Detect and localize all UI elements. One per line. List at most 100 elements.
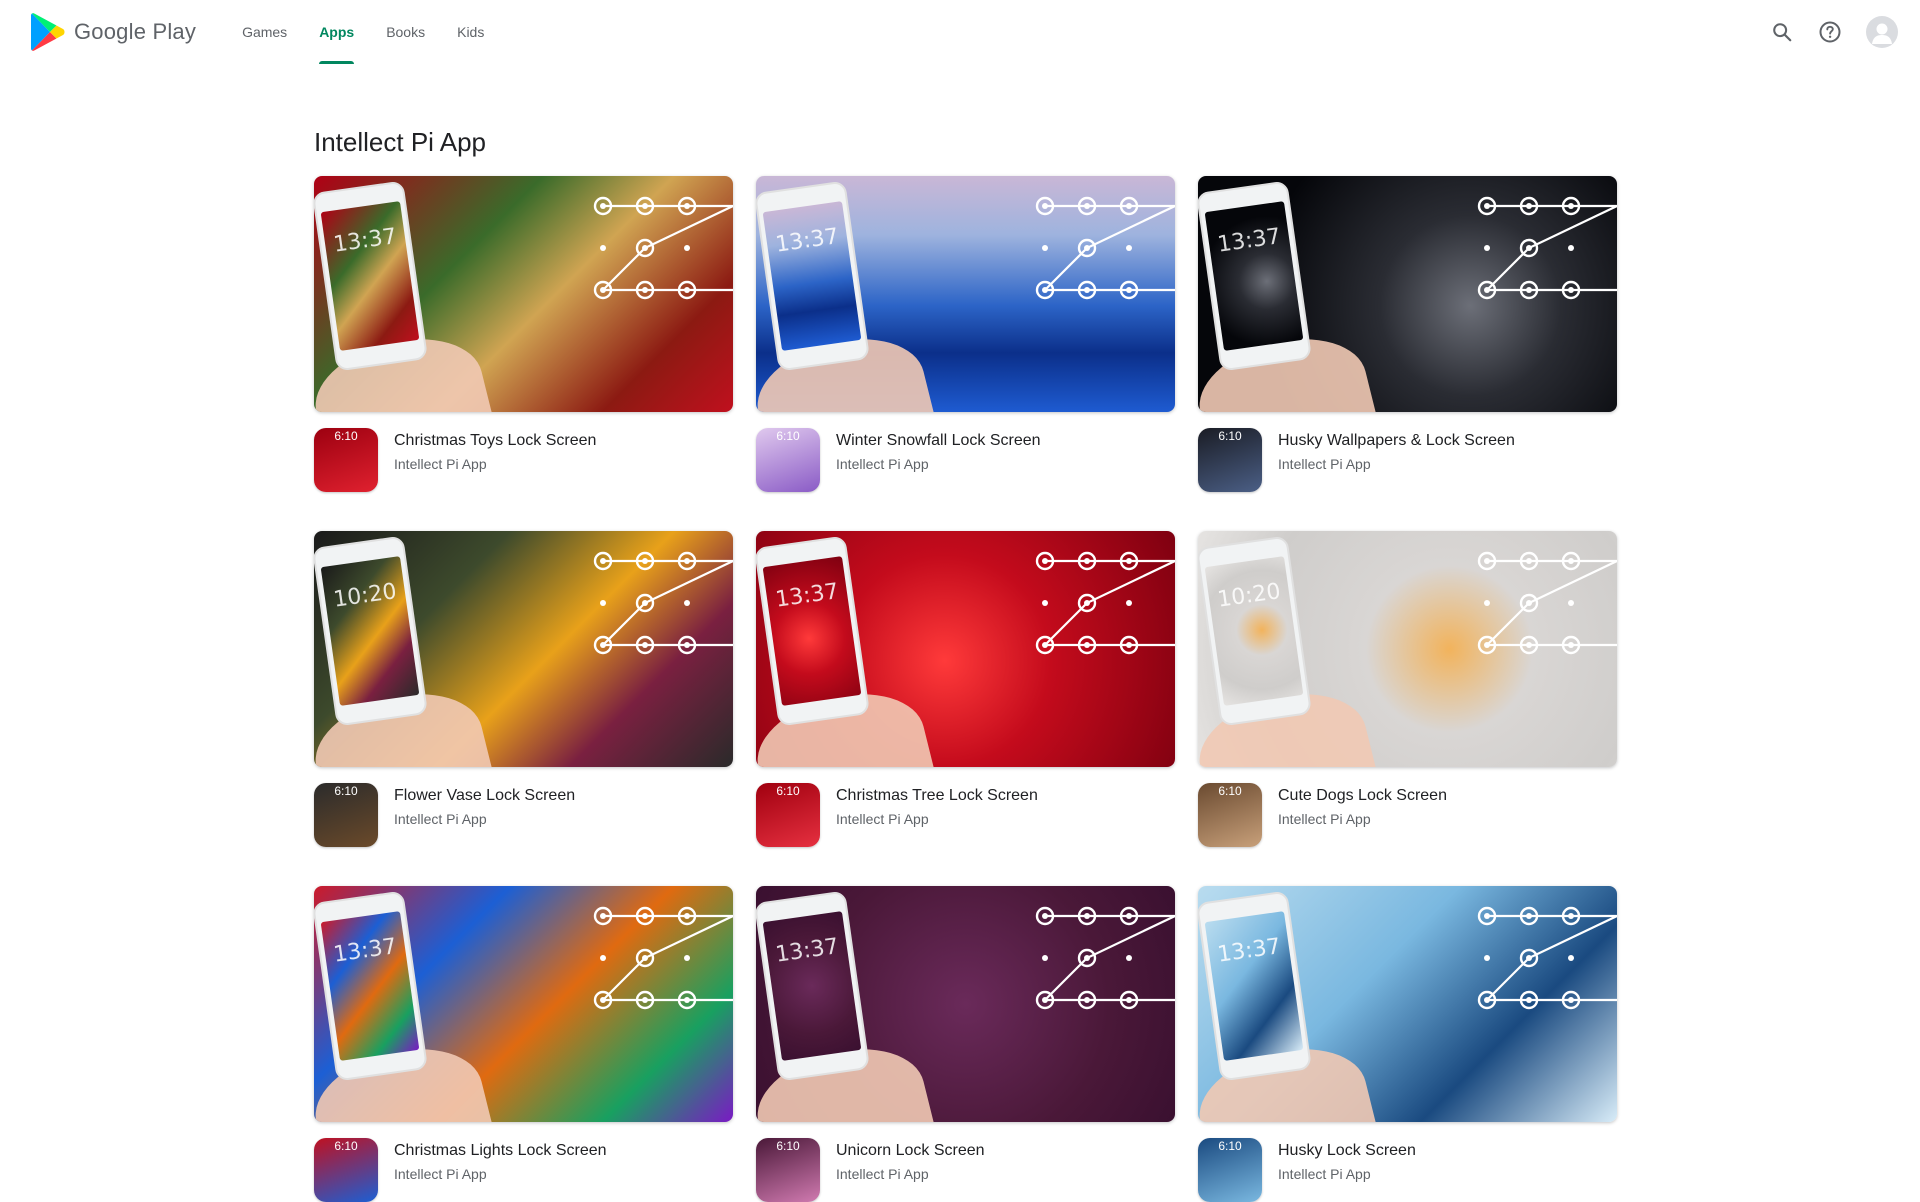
app-info: 6:10 Cute Dogs Lock Screen Intellect Pi Ap… — [1198, 783, 1617, 847]
app-icon-clock: 6:10 — [1218, 429, 1242, 443]
app-icon-clock: 6:10 — [334, 1139, 358, 1153]
phone-clock: 13:37 — [1215, 934, 1283, 968]
app-name[interactable]: Christmas Lights Lock Screen — [394, 1140, 607, 1162]
app-card[interactable]: 13:37 6:10 Husky Wallpapers & Lock Screen I… — [1198, 176, 1617, 492]
app-icon[interactable]: 6:10 — [1198, 783, 1262, 847]
app-name[interactable]: Christmas Toys Lock Screen — [394, 430, 596, 452]
app-icon[interactable]: 6:10 — [314, 783, 378, 847]
app-card[interactable]: 13:37 6:10 Christmas Tree Lock Screen Intel… — [756, 531, 1175, 847]
app-icon[interactable]: 6:10 — [756, 1138, 820, 1202]
phone-clock: 13:37 — [773, 224, 841, 258]
app-name[interactable]: Christmas Tree Lock Screen — [836, 785, 1038, 807]
app-icon-clock: 6:10 — [776, 429, 800, 443]
app-feature-banner[interactable]: 10:20 — [314, 531, 733, 767]
main-content: Intellect Pi App 13:37 6:10 Christmas Toys… — [314, 120, 1619, 1202]
logo-text: Google Play — [74, 19, 197, 44]
app-icon[interactable]: 6:10 — [756, 428, 820, 492]
pattern-lock-graphic — [1035, 906, 1175, 1010]
app-name[interactable]: Cute Dogs Lock Screen — [1278, 785, 1447, 807]
tab-kids[interactable]: Kids — [441, 0, 500, 64]
app-card[interactable]: 13:37 6:10 Christmas Lights Lock Screen Int… — [314, 886, 733, 1202]
app-feature-banner[interactable]: 13:37 — [314, 176, 733, 412]
search-button[interactable] — [1762, 12, 1802, 52]
phone-screen: 13:37 — [762, 201, 862, 351]
app-developer[interactable]: Intellect Pi App — [1278, 454, 1515, 474]
app-card[interactable]: 13:37 6:10 Unicorn Lock Screen Intellect Pi… — [756, 886, 1175, 1202]
google-play-logo[interactable]: Google Play — [30, 12, 196, 52]
pattern-lock-graphic — [593, 196, 733, 300]
app-icon[interactable]: 6:10 — [1198, 428, 1262, 492]
app-developer[interactable]: Intellect Pi App — [394, 809, 575, 829]
pattern-lock-graphic — [1035, 196, 1175, 300]
app-developer[interactable]: Intellect Pi App — [836, 454, 1041, 474]
app-icon[interactable]: 6:10 — [1198, 1138, 1262, 1202]
app-developer[interactable]: Intellect Pi App — [836, 809, 1038, 829]
tab-apps[interactable]: Apps — [303, 0, 370, 64]
pattern-lock-graphic — [1477, 551, 1617, 655]
app-developer[interactable]: Intellect Pi App — [836, 1164, 985, 1184]
app-name[interactable]: Winter Snowfall Lock Screen — [836, 430, 1041, 452]
app-icon[interactable]: 6:10 — [756, 783, 820, 847]
app-name[interactable]: Husky Lock Screen — [1278, 1140, 1416, 1162]
tab-games[interactable]: Games — [226, 0, 303, 64]
phone-clock: 13:37 — [773, 579, 841, 613]
app-meta: Husky Wallpapers & Lock Screen Intellect … — [1278, 428, 1515, 492]
app-feature-banner[interactable]: 13:37 — [1198, 176, 1617, 412]
app-card[interactable]: 10:20 6:10 Cute Dogs Lock Screen Intellect … — [1198, 531, 1617, 847]
app-meta: Christmas Lights Lock Screen Intellect Pi… — [394, 1138, 607, 1202]
phone-screen: 10:20 — [1204, 556, 1304, 706]
app-feature-banner[interactable]: 13:37 — [314, 886, 733, 1122]
phone-screen: 13:37 — [762, 911, 862, 1061]
app-grid: 13:37 6:10 Christmas Toys Lock Screen Intel… — [314, 176, 1619, 1202]
app-icon-clock: 6:10 — [776, 1139, 800, 1153]
app-icon-clock: 6:10 — [334, 784, 358, 798]
phone-screen: 13:37 — [1204, 911, 1304, 1061]
app-info: 6:10 Unicorn Lock Screen Intellect Pi App — [756, 1138, 1175, 1202]
app-feature-banner[interactable]: 13:37 — [756, 531, 1175, 767]
app-meta: Winter Snowfall Lock Screen Intellect Pi … — [836, 428, 1041, 492]
app-card[interactable]: 13:37 6:10 Winter Snowfall Lock Screen Inte… — [756, 176, 1175, 492]
app-card[interactable]: 10:20 6:10 Flower Vase Lock Screen Intellec… — [314, 531, 733, 847]
app-card[interactable]: 13:37 6:10 Husky Lock Screen Intellect Pi A… — [1198, 886, 1617, 1202]
phone-clock: 10:20 — [1215, 579, 1283, 613]
app-feature-banner[interactable]: 13:37 — [756, 176, 1175, 412]
phone-screen: 13:37 — [320, 911, 420, 1061]
tab-books[interactable]: Books — [370, 0, 441, 64]
search-icon — [1773, 23, 1792, 42]
phone-screen: 10:20 — [320, 556, 420, 706]
app-name[interactable]: Unicorn Lock Screen — [836, 1140, 985, 1162]
page-title: Intellect Pi App — [314, 127, 486, 157]
pattern-lock-graphic — [1477, 906, 1617, 1010]
app-name[interactable]: Flower Vase Lock Screen — [394, 785, 575, 807]
app-icon[interactable]: 6:10 — [314, 1138, 378, 1202]
app-developer[interactable]: Intellect Pi App — [1278, 1164, 1416, 1184]
app-name[interactable]: Husky Wallpapers & Lock Screen — [1278, 430, 1515, 452]
pattern-lock-graphic — [1477, 196, 1617, 300]
app-feature-banner[interactable]: 13:37 — [1198, 886, 1617, 1122]
app-developer[interactable]: Intellect Pi App — [1278, 809, 1447, 829]
phone-clock: 13:37 — [331, 224, 399, 258]
app-feature-banner[interactable]: 10:20 — [1198, 531, 1617, 767]
app-icon[interactable]: 6:10 — [314, 428, 378, 492]
app-info: 6:10 Winter Snowfall Lock Screen Intellect… — [756, 428, 1175, 492]
phone-clock: 13:37 — [331, 934, 399, 968]
app-developer[interactable]: Intellect Pi App — [394, 454, 596, 474]
person-icon — [1872, 23, 1892, 44]
phone-clock: 10:20 — [331, 579, 399, 613]
app-icon-clock: 6:10 — [776, 784, 800, 798]
app-developer[interactable]: Intellect Pi App — [394, 1164, 607, 1184]
app-icon-clock: 6:10 — [334, 429, 358, 443]
help-icon — [1819, 21, 1841, 43]
app-card[interactable]: 13:37 6:10 Christmas Toys Lock Screen Intel… — [314, 176, 733, 492]
account-avatar[interactable] — [1866, 16, 1898, 48]
app-meta: Cute Dogs Lock Screen Intellect Pi App — [1278, 783, 1447, 847]
app-info: 6:10 Christmas Toys Lock Screen Intellect … — [314, 428, 733, 492]
app-icon-clock: 6:10 — [1218, 784, 1242, 798]
app-feature-banner[interactable]: 13:37 — [756, 886, 1175, 1122]
app-meta: Flower Vase Lock Screen Intellect Pi App — [394, 783, 575, 847]
phone-screen: 13:37 — [762, 556, 862, 706]
app-icon-clock: 6:10 — [1218, 1139, 1242, 1153]
pattern-lock-graphic — [1035, 551, 1175, 655]
phone-clock: 13:37 — [1215, 224, 1283, 258]
help-button[interactable] — [1810, 12, 1850, 52]
